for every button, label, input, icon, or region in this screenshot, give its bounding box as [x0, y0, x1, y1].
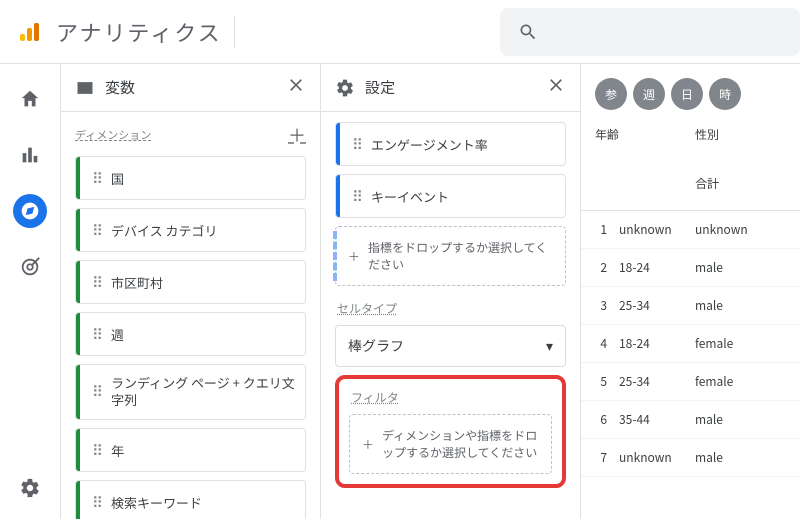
- search-icon: [518, 22, 538, 42]
- add-dimension-button[interactable]: ＋: [288, 122, 306, 148]
- table-row[interactable]: 325-34male: [581, 287, 800, 325]
- drop-filter-zone[interactable]: ＋ ディメンションや指標をドロップするか選択してください: [349, 414, 552, 474]
- segment-pill[interactable]: 時: [709, 78, 741, 110]
- dimension-chip[interactable]: ⠿週: [75, 312, 306, 356]
- dimension-chip[interactable]: ⠿デバイス カテゴリ: [75, 208, 306, 252]
- close-vars-button[interactable]: [286, 75, 306, 100]
- gear-icon: [19, 477, 41, 499]
- drag-handle-icon: ⠿: [92, 440, 103, 461]
- close-icon: [286, 75, 306, 95]
- plus-icon: ＋: [362, 436, 374, 453]
- segment-pill[interactable]: 参: [595, 78, 627, 110]
- chevron-down-icon: ▾: [546, 336, 553, 356]
- nav-explore[interactable]: [13, 194, 47, 228]
- drag-handle-icon: ⠿: [92, 272, 103, 293]
- home-icon: [19, 88, 41, 110]
- drag-handle-icon: ⠿: [352, 186, 363, 207]
- drag-handle-icon: ⠿: [352, 134, 363, 155]
- drag-handle-icon: ⠿: [92, 220, 103, 241]
- dimension-chip[interactable]: ⠿年: [75, 428, 306, 472]
- data-grid: 年齢 性別 合計 1unknownunknown218-24male325-34…: [581, 120, 800, 477]
- nav-home[interactable]: [13, 82, 47, 116]
- close-icon: [546, 75, 566, 95]
- col-gender: 性別: [695, 126, 719, 143]
- filter-label: フィルタ: [351, 389, 550, 406]
- drop-metric-zone[interactable]: ＋ 指標をドロップするか選択してください: [335, 226, 566, 286]
- divider: [234, 16, 235, 48]
- dimension-chip[interactable]: ⠿検索キーワード: [75, 480, 306, 519]
- nav-advertising[interactable]: [13, 250, 47, 284]
- dimension-chip[interactable]: ⠿国: [75, 156, 306, 200]
- segment-pills: 参週日時: [581, 64, 800, 120]
- total-label: 合計: [695, 175, 719, 192]
- data-panel: 参週日時 年齢 性別 合計 1unknownunknown218-24male3…: [580, 64, 800, 519]
- table-row[interactable]: 418-24female: [581, 325, 800, 363]
- variables-panel: 変数 ディメンション ＋ ⠿国 ⠿デバイス カテゴリ ⠿市区町村 ⠿週 ⠿ランディング …: [60, 64, 320, 519]
- target-icon: [19, 256, 41, 278]
- nav-admin[interactable]: [13, 471, 47, 505]
- panel-title: 設定: [365, 77, 395, 98]
- table-row[interactable]: 525-34female: [581, 363, 800, 401]
- table-row[interactable]: 635-44male: [581, 401, 800, 439]
- list-box-icon: [75, 78, 95, 98]
- segment-pill[interactable]: 日: [671, 78, 703, 110]
- drag-handle-icon: ⠿: [92, 382, 103, 402]
- plus-icon: ＋: [348, 248, 360, 265]
- panel-title: 変数: [105, 77, 135, 98]
- table-row[interactable]: 7unknownmale: [581, 439, 800, 477]
- leftnav: [0, 64, 60, 519]
- drag-handle-icon: ⠿: [92, 324, 103, 345]
- drag-handle-icon: ⠿: [92, 492, 103, 513]
- dimension-section-header: ディメンション ＋: [75, 122, 306, 148]
- dimension-chip[interactable]: ⠿ランディング ページ + クエリ文字列: [75, 364, 306, 420]
- metric-chip[interactable]: ⠿エンゲージメント率: [335, 122, 566, 166]
- app-title: アナリティクス: [56, 16, 222, 48]
- explore-icon: [20, 201, 40, 221]
- table-row[interactable]: 1unknownunknown: [581, 211, 800, 249]
- close-settings-button[interactable]: [546, 75, 566, 100]
- search-box[interactable]: [500, 8, 800, 56]
- col-age: 年齢: [595, 126, 695, 143]
- settings-panel: 設定 ⠿エンゲージメント率 ⠿キーイベント ＋ 指標をドロップするか選択してくださ…: [320, 64, 580, 519]
- table-row[interactable]: 218-24male: [581, 249, 800, 287]
- filter-highlight: フィルタ ＋ ディメンションや指標をドロップするか選択してください: [335, 375, 566, 488]
- segment-pill[interactable]: 週: [633, 78, 665, 110]
- bar-chart-icon: [19, 144, 41, 166]
- nav-reports[interactable]: [13, 138, 47, 172]
- analytics-logo-icon: [18, 20, 42, 44]
- celltype-select[interactable]: 棒グラフ ▾: [335, 325, 566, 367]
- topbar: アナリティクス: [0, 0, 800, 64]
- drag-handle-icon: ⠿: [92, 168, 103, 189]
- celltype-label: セルタイプ: [337, 300, 564, 317]
- metric-chip[interactable]: ⠿キーイベント: [335, 174, 566, 218]
- dimension-chip[interactable]: ⠿市区町村: [75, 260, 306, 304]
- gear-icon: [335, 78, 355, 98]
